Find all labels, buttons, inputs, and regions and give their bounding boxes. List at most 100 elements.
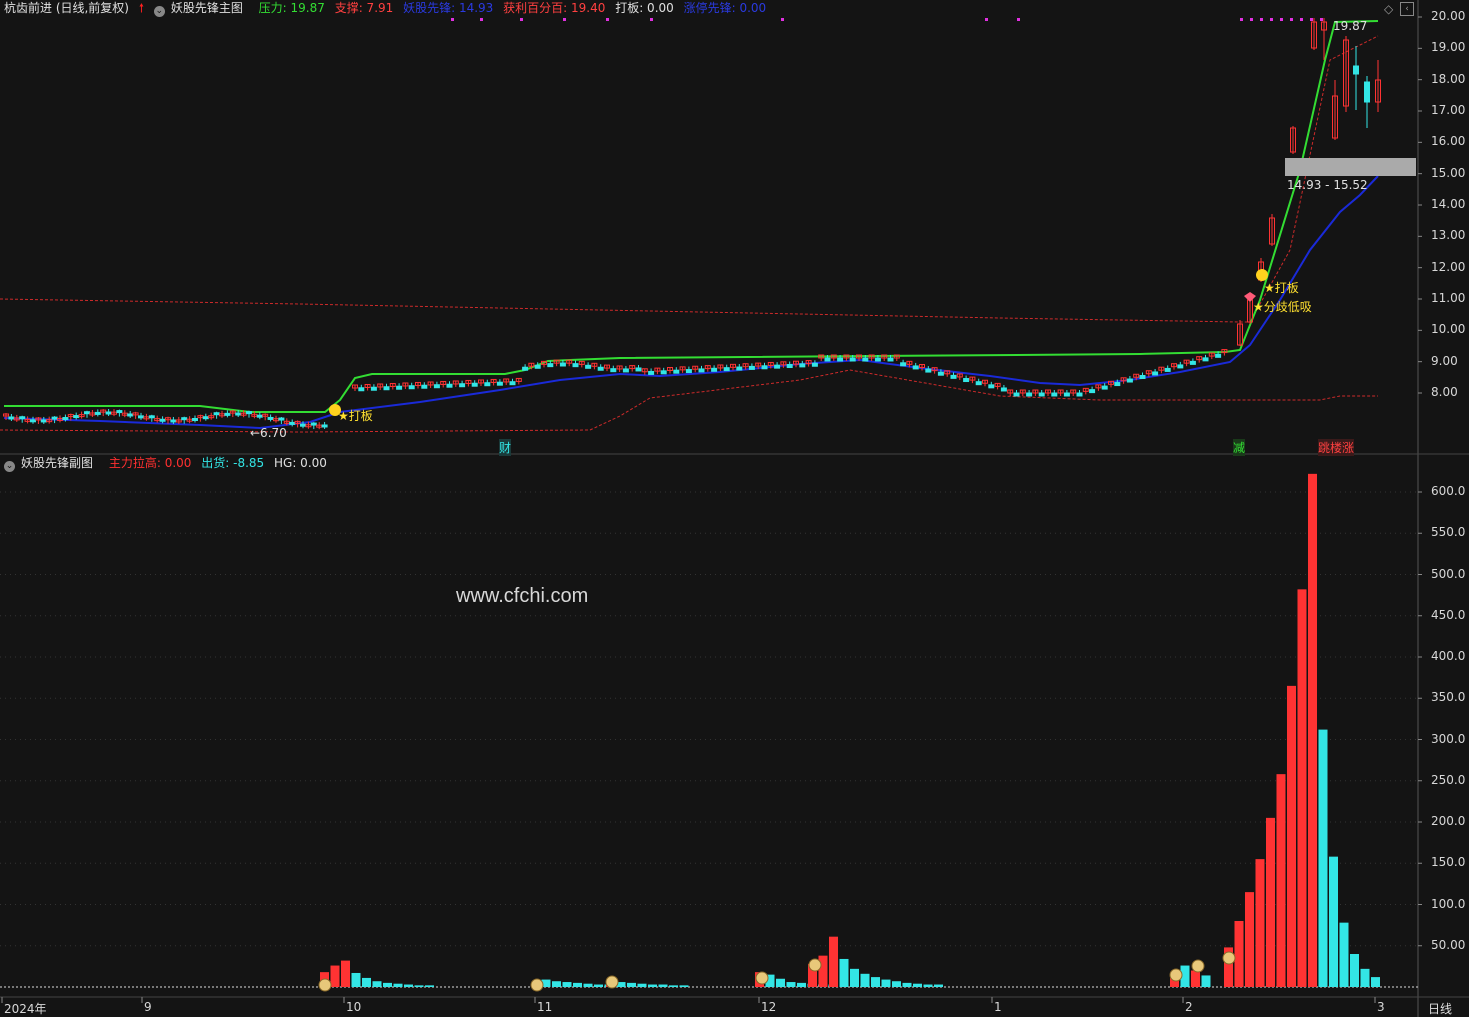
candle-body xyxy=(358,387,365,392)
main-axis-label: 9.00 xyxy=(1431,353,1458,368)
jian-marker[interactable]: 减 xyxy=(1233,439,1246,456)
signal-dot xyxy=(1260,18,1263,21)
signal-dot xyxy=(1320,18,1323,21)
candle-body xyxy=(1177,364,1184,369)
signal-dot xyxy=(451,18,454,21)
candle-body xyxy=(660,370,667,375)
signal-dot xyxy=(520,18,523,21)
signal-dot xyxy=(985,18,988,21)
volume-bar xyxy=(669,985,678,987)
candle-body xyxy=(673,369,680,374)
candle-body xyxy=(1152,371,1159,376)
volume-bar xyxy=(1287,685,1296,987)
up-arrow-icon: 🠕 xyxy=(138,1,144,15)
candle-body xyxy=(572,363,579,368)
candle-body xyxy=(127,413,134,417)
candle-body xyxy=(736,366,743,371)
candle-body xyxy=(170,419,177,423)
candle-body xyxy=(84,411,90,415)
candle-body xyxy=(192,417,198,421)
volume-bar xyxy=(594,984,603,987)
cai-marker[interactable]: 财 xyxy=(499,439,512,456)
volume-bar xyxy=(1360,968,1370,987)
time-label: 2 xyxy=(1185,1000,1193,1014)
volume-bar xyxy=(372,981,382,987)
volume-bar xyxy=(562,982,572,987)
daban-signal-2: ★打板 xyxy=(1264,281,1299,295)
indicator-toggle[interactable]: ⌄ 妖股先锋主图 xyxy=(153,1,249,17)
main-axis-label: 19.00 xyxy=(1431,40,1466,55)
money-bag-icon xyxy=(1222,951,1236,965)
volume-bar xyxy=(1201,975,1211,987)
candle-body xyxy=(181,417,188,421)
volume-bar xyxy=(881,979,891,987)
resistance-zone xyxy=(1285,158,1416,176)
signal-dot xyxy=(650,18,653,21)
volume-bar xyxy=(330,965,340,987)
volume-bar xyxy=(913,983,922,987)
candle-body xyxy=(635,367,642,372)
time-label: 2024年 xyxy=(4,1002,47,1016)
money-bag-icon xyxy=(605,975,619,989)
candle-body xyxy=(547,363,554,368)
candle-body xyxy=(267,416,274,420)
main-axis-label: 11.00 xyxy=(1431,291,1466,305)
volume-bar xyxy=(341,960,350,987)
candle-body xyxy=(496,381,503,386)
diamond-icon[interactable]: ◇ xyxy=(1384,2,1393,16)
candle-body xyxy=(748,365,755,370)
tiaolou-marker[interactable]: 跳楼涨 xyxy=(1318,439,1355,456)
candle-body xyxy=(446,383,453,388)
candle-body xyxy=(396,385,403,390)
volume-bar xyxy=(648,984,657,987)
candle-body xyxy=(1000,387,1007,392)
candle-body xyxy=(1051,392,1058,397)
daban-value: 打板: 0.00 xyxy=(615,1,674,15)
sub-indicator-toggle[interactable]: ⌄ 妖股先锋副图 xyxy=(4,456,99,472)
candle-body xyxy=(622,368,629,373)
signal-dot xyxy=(1240,18,1243,21)
candle-body xyxy=(1026,392,1033,397)
candle-body xyxy=(937,371,944,376)
money-bag-icon xyxy=(808,958,822,972)
sub-axis-label: 250.0 xyxy=(1431,772,1466,787)
period-label[interactable]: 日线 xyxy=(1428,1000,1452,1017)
time-label: 11 xyxy=(537,1000,553,1014)
candle-body xyxy=(761,365,768,370)
volume-bar xyxy=(583,983,593,987)
money-bag-icon xyxy=(530,978,544,992)
volume-bar xyxy=(829,936,838,987)
candle-body xyxy=(1013,392,1020,397)
candle-body xyxy=(256,414,263,418)
candle-body xyxy=(685,369,692,374)
volume-bar xyxy=(786,982,796,987)
chart-canvas[interactable] xyxy=(0,0,1469,1017)
time-label: 9 xyxy=(144,1000,152,1014)
candle-body xyxy=(1076,392,1083,397)
candle-body xyxy=(786,364,793,369)
candle-body xyxy=(887,357,894,362)
candle-body xyxy=(1202,357,1209,362)
candle-body xyxy=(235,412,242,416)
volume-bar xyxy=(871,977,880,987)
volume-bar xyxy=(934,984,943,987)
main-axis-label: 20.00 xyxy=(1431,9,1466,23)
candle-body xyxy=(799,363,806,368)
ship-value: 出货: -8.85 xyxy=(201,456,265,470)
candle-body xyxy=(559,362,566,367)
volume-bar xyxy=(839,958,849,987)
candle-body xyxy=(484,382,491,387)
main-axis-label: 16.00 xyxy=(1431,134,1466,149)
sub-axis-label: 400.0 xyxy=(1431,649,1466,663)
volume-bar xyxy=(1350,954,1359,987)
candle-body xyxy=(698,368,705,373)
candle-body xyxy=(1089,389,1096,394)
candle-body xyxy=(711,367,718,372)
collapse-icon[interactable]: ‹ xyxy=(1400,2,1414,16)
volume-bar xyxy=(414,985,424,987)
volume-bar xyxy=(1371,977,1380,987)
volume-bar xyxy=(860,973,870,987)
candle-body xyxy=(51,416,58,420)
candle-body xyxy=(874,357,881,362)
candle-body xyxy=(963,378,970,383)
